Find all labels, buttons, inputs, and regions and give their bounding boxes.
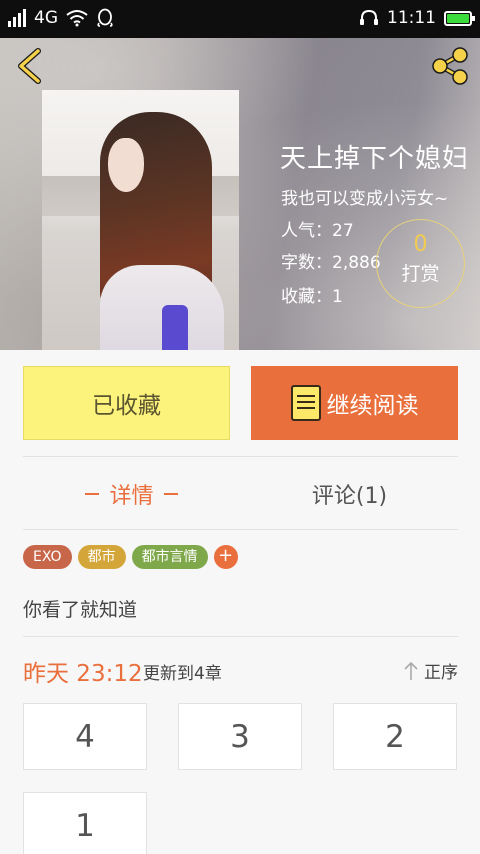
chapter-button[interactable]: 3 [178, 703, 302, 770]
favorite-button[interactable]: 已收藏 [23, 366, 230, 440]
tip-label: 打赏 [401, 263, 440, 285]
book-title: 天上掉下个媳妇 [280, 144, 470, 174]
stat-value: 2,886 [332, 253, 381, 273]
tip-count: 0 [413, 232, 428, 257]
tag-list: EXO 都市 都市言情 + [23, 545, 238, 569]
tip-button[interactable]: 0 打赏 [376, 219, 465, 308]
update-time: 昨天 23:12 [23, 661, 143, 687]
book-details: 已收藏 继续阅读 详情 评论(1) EXO 都市 都市言情 + 你看了就知道 昨… [0, 350, 480, 854]
wifi-icon [66, 10, 88, 27]
book-subtitle: 我也可以变成小污女~ [281, 189, 449, 209]
divider [23, 456, 458, 457]
headset-icon [360, 9, 378, 25]
share-icon[interactable] [430, 46, 470, 86]
qq-icon [97, 8, 113, 27]
network-type: 4G [34, 8, 58, 28]
stat-value: 1 [332, 287, 343, 307]
signal-icon [8, 9, 26, 27]
stat-favorites: 收藏：1 [281, 282, 343, 307]
update-text: 更新到4章 [143, 664, 222, 684]
continue-reading-label: 继续阅读 [326, 393, 419, 419]
book-header: 天上掉下个媳妇 我也可以变成小污女~ 人气：27 字数：2,886 收藏：1 0… [0, 38, 480, 350]
stat-word-count: 字数：2,886 [281, 248, 381, 273]
chapter-button[interactable]: 1 [23, 792, 147, 854]
sort-label: 正序 [424, 663, 458, 683]
chapter-button[interactable]: 4 [23, 703, 147, 770]
arrow-up-icon [404, 661, 418, 680]
add-tag-button[interactable]: + [213, 545, 238, 569]
battery-icon [444, 10, 475, 26]
status-bar: 4G 11:11 [0, 0, 480, 38]
continue-reading-button[interactable]: 继续阅读 [251, 366, 458, 440]
stat-label: 字数： [281, 253, 332, 273]
stat-label: 人气： [281, 221, 332, 241]
tab-details[interactable]: 详情 [23, 458, 240, 530]
back-arrow-icon[interactable] [14, 48, 46, 84]
stat-popularity: 人气：27 [281, 216, 354, 241]
tab-dash [85, 493, 100, 495]
tab-comments[interactable]: 评论(1) [241, 458, 458, 530]
book-cover[interactable] [42, 90, 239, 350]
stat-value: 27 [332, 221, 354, 241]
tag-item[interactable]: EXO [23, 545, 72, 569]
tab-details-label: 详情 [109, 484, 154, 509]
sort-button[interactable]: 正序 [404, 658, 458, 683]
update-info: 昨天 23:12 更新到4章 正序 [23, 652, 458, 687]
book-icon [290, 385, 321, 421]
stat-label: 收藏： [281, 287, 332, 307]
divider [23, 636, 458, 637]
tag-item[interactable]: 都市言情 [131, 545, 208, 569]
tab-dash [163, 493, 178, 495]
clock: 11:11 [387, 8, 436, 28]
divider [23, 529, 458, 530]
book-description: 你看了就知道 [23, 599, 138, 621]
chapter-button[interactable]: 2 [333, 703, 457, 770]
tag-item[interactable]: 都市 [77, 545, 126, 569]
